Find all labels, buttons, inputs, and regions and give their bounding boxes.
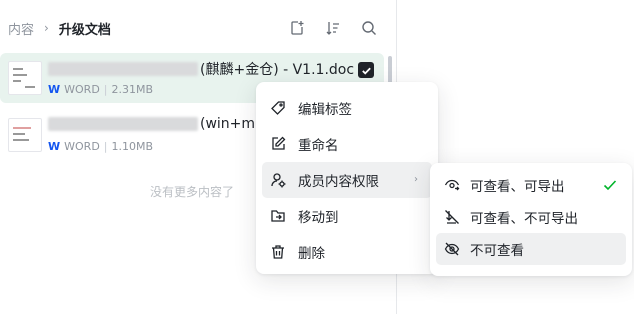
- move-folder-icon: [270, 208, 286, 224]
- breadcrumb: 内容 › 升级文档: [8, 18, 111, 38]
- menu-item-label: 成员内容权限: [298, 174, 379, 190]
- submenu-item-view-export[interactable]: 可查看、可导出: [430, 169, 632, 201]
- view-export-icon: [444, 177, 460, 193]
- checkbox-checked-icon[interactable]: [358, 62, 374, 78]
- chevron-right-icon: ›: [414, 174, 418, 185]
- trash-icon: [270, 244, 286, 260]
- menu-item-label: 移动到: [298, 210, 339, 226]
- new-doc-icon[interactable]: [286, 17, 308, 39]
- word-icon: W: [48, 140, 61, 153]
- breadcrumb-root[interactable]: 内容: [8, 19, 34, 38]
- menu-item-delete[interactable]: 删除: [256, 234, 438, 270]
- menu-item-label: 删除: [298, 246, 325, 262]
- submenu-item-no-view[interactable]: 不可查看: [436, 233, 626, 265]
- submenu-item-view-no-export[interactable]: 可查看、不可导出: [430, 201, 632, 233]
- menu-item-edit-tags[interactable]: 编辑标签: [256, 90, 438, 126]
- context-menu: 编辑标签 重命名 成员内容权限 › 移动到 删除: [256, 82, 438, 274]
- file-type: WORD: [64, 140, 100, 153]
- search-icon[interactable]: [358, 17, 380, 39]
- submenu-item-label: 可查看、可导出: [470, 179, 565, 195]
- file-meta: W WORD | 2.31MB: [48, 83, 153, 96]
- no-export-icon: [444, 209, 460, 225]
- header-toolbar: [286, 17, 380, 39]
- file-name: (win+m: [48, 116, 255, 132]
- meta-divider: |: [103, 83, 108, 96]
- meta-divider: |: [103, 140, 108, 153]
- permission-submenu: 可查看、可导出 可查看、不可导出 不可查看: [430, 163, 632, 276]
- redacted-name: [48, 117, 198, 131]
- submenu-item-label: 可查看、不可导出: [470, 211, 578, 227]
- eye-off-icon: [444, 241, 460, 257]
- checkmark-icon: [603, 180, 617, 191]
- member-permission-icon: [270, 172, 286, 188]
- file-size: 1.10MB: [111, 140, 154, 153]
- file-size: 2.31MB: [111, 83, 154, 96]
- redacted-name: [48, 62, 198, 76]
- breadcrumb-separator: ›: [44, 21, 49, 35]
- menu-item-label: 重命名: [298, 138, 339, 154]
- word-icon: W: [48, 83, 61, 96]
- tag-icon: [270, 100, 286, 116]
- menu-item-rename[interactable]: 重命名: [256, 126, 438, 162]
- file-type: WORD: [64, 83, 100, 96]
- file-name: (麒麟+金仓) - V1.1.doc: [48, 59, 354, 79]
- file-meta: W WORD | 1.10MB: [48, 140, 153, 153]
- menu-item-label: 编辑标签: [298, 102, 352, 118]
- menu-item-move-to[interactable]: 移动到: [256, 198, 438, 234]
- submenu-item-label: 不可查看: [470, 243, 524, 259]
- breadcrumb-current: 升级文档: [58, 22, 111, 38]
- rename-icon: [270, 136, 286, 152]
- menu-item-member-permission[interactable]: 成员内容权限 ›: [262, 162, 432, 198]
- sort-icon[interactable]: [322, 17, 344, 39]
- file-thumbnail: [8, 61, 42, 95]
- file-thumbnail: [8, 118, 42, 152]
